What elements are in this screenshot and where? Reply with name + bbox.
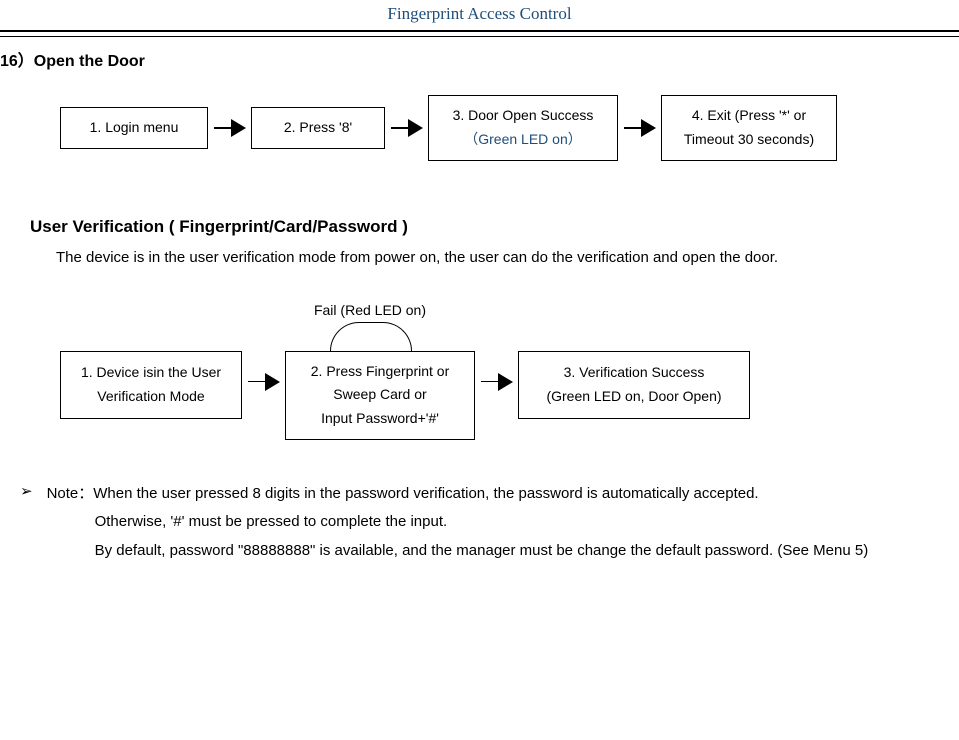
arrow-icon bbox=[481, 375, 512, 389]
arrow-icon bbox=[624, 121, 655, 135]
note-line-1: Note：When the user pressed 8 digits in t… bbox=[47, 480, 869, 509]
section-user-verification-body: The device is in the user verification m… bbox=[56, 249, 959, 266]
verification-flow: 1. Device isin the User Verification Mod… bbox=[60, 351, 959, 440]
fail-loop-arc bbox=[330, 322, 412, 351]
step-input-method-line3: Input Password+'#' bbox=[298, 407, 462, 431]
step-exit-line1: 4. Exit (Press '*' or bbox=[674, 104, 824, 128]
step-login-menu: 1. Login menu bbox=[60, 107, 208, 149]
page-header-title: Fingerprint Access Control bbox=[0, 4, 959, 24]
step-door-open-success-line2: （Green LED on） bbox=[441, 128, 605, 152]
note-line-2: Otherwise, '#' must be pressed to comple… bbox=[95, 508, 869, 537]
note-block: ➢ Note：When the user pressed 8 digits in… bbox=[20, 480, 959, 566]
step-input-method-line1: 2. Press Fingerprint or bbox=[298, 360, 462, 384]
step-press-8-label: 2. Press '8' bbox=[284, 119, 352, 135]
bullet-icon: ➢ bbox=[20, 482, 33, 566]
step-verification-success-line2: (Green LED on, Door Open) bbox=[531, 385, 737, 409]
header-underline bbox=[0, 30, 959, 37]
step-door-open-success-line1: 3. Door Open Success bbox=[441, 104, 605, 128]
step-input-method: 2. Press Fingerprint or Sweep Card or In… bbox=[285, 351, 475, 440]
section-open-door-title: 16）Open the Door bbox=[0, 47, 959, 71]
arrow-icon bbox=[248, 375, 279, 389]
step-exit-line2: Timeout 30 seconds) bbox=[674, 128, 824, 152]
step-device-mode-line1: 1. Device isin the User bbox=[73, 361, 229, 385]
step-press-8: 2. Press '8' bbox=[251, 107, 385, 149]
step-device-mode-line2: Verification Mode bbox=[73, 385, 229, 409]
step-exit: 4. Exit (Press '*' or Timeout 30 seconds… bbox=[661, 95, 837, 161]
open-door-flow: 1. Login menu 2. Press '8' 3. Door Open … bbox=[60, 95, 959, 161]
section-user-verification-heading: User Verification ( Fingerprint/Card/Pas… bbox=[30, 217, 959, 237]
note-line-3: By default, password "88888888" is avail… bbox=[95, 537, 869, 566]
arrow-icon bbox=[214, 121, 245, 135]
step-verification-success-line1: 3. Verification Success bbox=[531, 361, 737, 385]
step-login-menu-label: 1. Login menu bbox=[90, 119, 179, 135]
step-input-method-line2: Sweep Card or bbox=[298, 383, 462, 407]
step-device-mode: 1. Device isin the User Verification Mod… bbox=[60, 351, 242, 419]
fail-label: Fail (Red LED on) bbox=[290, 302, 450, 318]
step-door-open-success: 3. Door Open Success （Green LED on） bbox=[428, 95, 618, 161]
step-verification-success: 3. Verification Success (Green LED on, D… bbox=[518, 351, 750, 419]
arrow-icon bbox=[391, 121, 422, 135]
